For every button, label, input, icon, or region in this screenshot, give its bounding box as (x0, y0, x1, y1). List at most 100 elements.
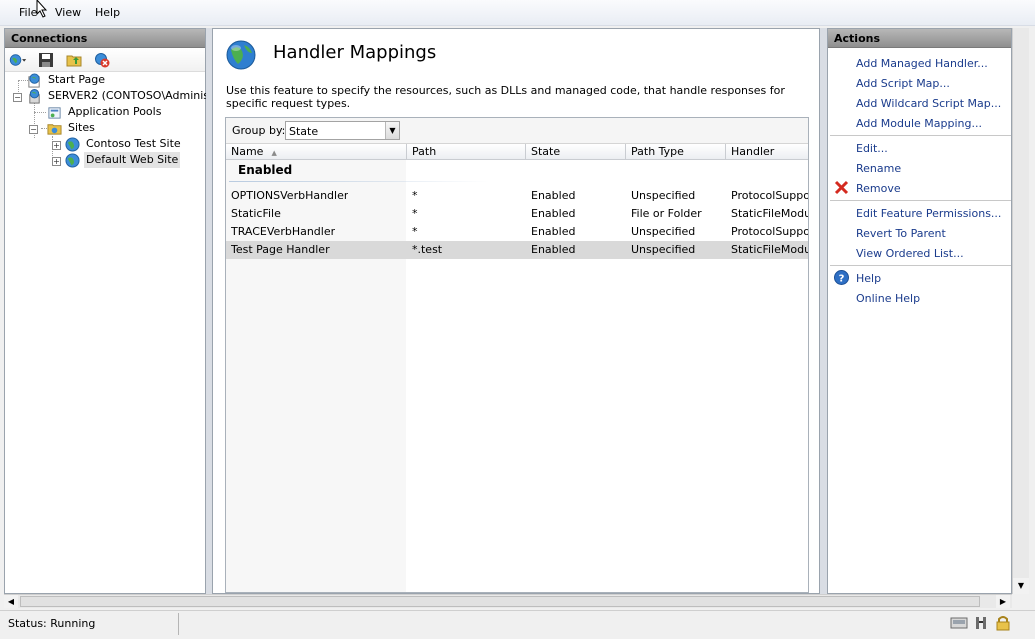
status-divider (178, 613, 179, 635)
cell-path-type: File or Folder (631, 207, 702, 220)
action-edit-feature-permissions[interactable]: Edit Feature Permissions... (856, 207, 1001, 220)
expander-contoso[interactable]: + (52, 141, 61, 150)
disconnect-icon[interactable] (93, 52, 111, 68)
table-row-selected[interactable]: Test Page Handler *.test Enabled Unspeci… (226, 241, 808, 259)
mouse-cursor-icon (36, 0, 48, 18)
start-page-icon (28, 73, 40, 88)
right-splitter[interactable] (820, 28, 827, 594)
action-add-script-map[interactable]: Add Script Map... (856, 77, 950, 90)
menu-bar: File View Help (0, 0, 1035, 26)
action-edit[interactable]: Edit... (856, 142, 888, 155)
actions-divider (830, 265, 1011, 266)
connections-header: Connections (5, 29, 205, 48)
connection-icon (976, 617, 986, 629)
scroll-left-icon[interactable]: ◀ (4, 595, 18, 608)
column-header-handler[interactable]: Handler (726, 144, 808, 160)
cell-state: Enabled (531, 189, 576, 202)
connect-globe-icon[interactable] (9, 52, 27, 68)
actions-header: Actions (828, 29, 1011, 48)
scroll-track[interactable] (1013, 28, 1029, 480)
cell-name: TRACEVerbHandler (231, 225, 336, 238)
table-row[interactable]: TRACEVerbHandler * Enabled Unspecified P… (226, 223, 808, 241)
table-row[interactable]: StaticFile * Enabled File or Folder Stat… (226, 205, 808, 223)
table-row[interactable]: OPTIONSVerbHandler * Enabled Unspecified… (226, 187, 808, 205)
action-add-wildcard-script-map[interactable]: Add Wildcard Script Map... (856, 97, 1001, 110)
group-by-bar: Group by: State ▼ (226, 118, 808, 144)
expander-default-web-site[interactable]: + (52, 157, 61, 166)
cell-handler: StaticFileModule (731, 207, 808, 220)
cell-handler: ProtocolSupportModule (731, 189, 808, 202)
cell-path-type: Unspecified (631, 225, 696, 238)
server-icon (29, 89, 40, 104)
tree-label: Sites (68, 121, 95, 134)
actions-divider (830, 200, 1011, 201)
cell-handler: ProtocolSupportModule (731, 225, 808, 238)
cell-path: * (412, 189, 418, 202)
column-header-path-type[interactable]: Path Type (626, 144, 726, 160)
column-header-label: Name (231, 145, 264, 158)
website-globe-icon (65, 153, 80, 168)
action-help[interactable]: Help (856, 272, 881, 285)
expander-server[interactable]: − (13, 93, 22, 102)
connections-panel: Connections Start Page − SERVER2 (CONTOS… (4, 28, 225, 594)
cell-path: * (412, 225, 418, 238)
menu-help[interactable]: Help (93, 6, 122, 19)
cell-state: Enabled (531, 225, 576, 238)
application-pools-icon (48, 107, 61, 119)
scroll-right-icon[interactable]: ▶ (996, 595, 1010, 608)
column-header-state[interactable]: State (526, 144, 626, 160)
tree-label: SERVER2 (CONTOSO\Administra (48, 89, 225, 102)
actions-divider (830, 135, 1011, 136)
sites-folder-icon (47, 124, 62, 135)
sort-ascending-icon: ▲ (271, 149, 277, 157)
cell-path: * (412, 207, 418, 220)
action-remove[interactable]: Remove (856, 182, 901, 195)
action-add-module-mapping[interactable]: Add Module Mapping... (856, 117, 982, 130)
group-by-select[interactable]: State ▼ (285, 121, 400, 140)
status-text: Status: Running (8, 617, 96, 630)
column-header-path[interactable]: Path (407, 144, 526, 160)
chevron-down-icon[interactable]: ▼ (385, 122, 399, 139)
network-icon (950, 617, 968, 629)
page-description: Use this feature to specify the resource… (226, 84, 785, 110)
tree-label: Start Page (48, 73, 105, 86)
horizontal-scrollbar[interactable]: ◀ ▶ (4, 594, 1012, 608)
save-icon[interactable] (37, 52, 55, 68)
folder-up-icon[interactable] (65, 52, 83, 68)
status-bar: Status: Running (0, 610, 1035, 639)
expander-sites[interactable]: − (29, 125, 38, 134)
help-icon[interactable]: ? (834, 270, 849, 285)
column-header-label: Path (412, 145, 437, 158)
vertical-scrollbar[interactable]: ▲ ▼ (1012, 28, 1029, 594)
group-divider (229, 181, 489, 182)
handler-mappings-grid: Group by: State ▼ Name ▲ Path State Path … (225, 117, 809, 593)
cell-path-type: Unspecified (631, 189, 696, 202)
group-by-value: State (289, 125, 319, 138)
cell-path: *.test (412, 243, 443, 256)
scroll-down-icon[interactable]: ▼ (1013, 578, 1029, 594)
action-view-ordered-list[interactable]: View Ordered List... (856, 247, 964, 260)
feature-panel: Handler Mappings Use this feature to spe… (212, 28, 820, 594)
tree-label: Application Pools (68, 105, 162, 118)
tree-label: Contoso Test Site (86, 137, 181, 150)
action-revert-to-parent[interactable]: Revert To Parent (856, 227, 946, 240)
cell-state: Enabled (531, 207, 576, 220)
tree-label: Default Web Site (84, 152, 181, 168)
action-add-managed-handler[interactable]: Add Managed Handler... (856, 57, 988, 70)
column-header-label: State (531, 145, 561, 158)
website-globe-icon (65, 137, 80, 152)
menu-view[interactable]: View (53, 6, 83, 19)
svg-text:?: ? (839, 274, 845, 285)
cell-name: OPTIONSVerbHandler (231, 189, 349, 202)
group-header-enabled: Enabled (238, 163, 293, 177)
horizontal-scroll-thumb[interactable] (20, 596, 980, 607)
column-header-name[interactable]: Name ▲ (226, 144, 407, 160)
cell-name: StaticFile (231, 207, 281, 220)
cell-name: Test Page Handler (231, 243, 330, 256)
cell-state: Enabled (531, 243, 576, 256)
action-online-help[interactable]: Online Help (856, 292, 920, 305)
remove-icon[interactable] (834, 180, 849, 195)
action-rename[interactable]: Rename (856, 162, 901, 175)
handler-mappings-globe-icon (226, 40, 256, 70)
cell-path-type: Unspecified (631, 243, 696, 256)
